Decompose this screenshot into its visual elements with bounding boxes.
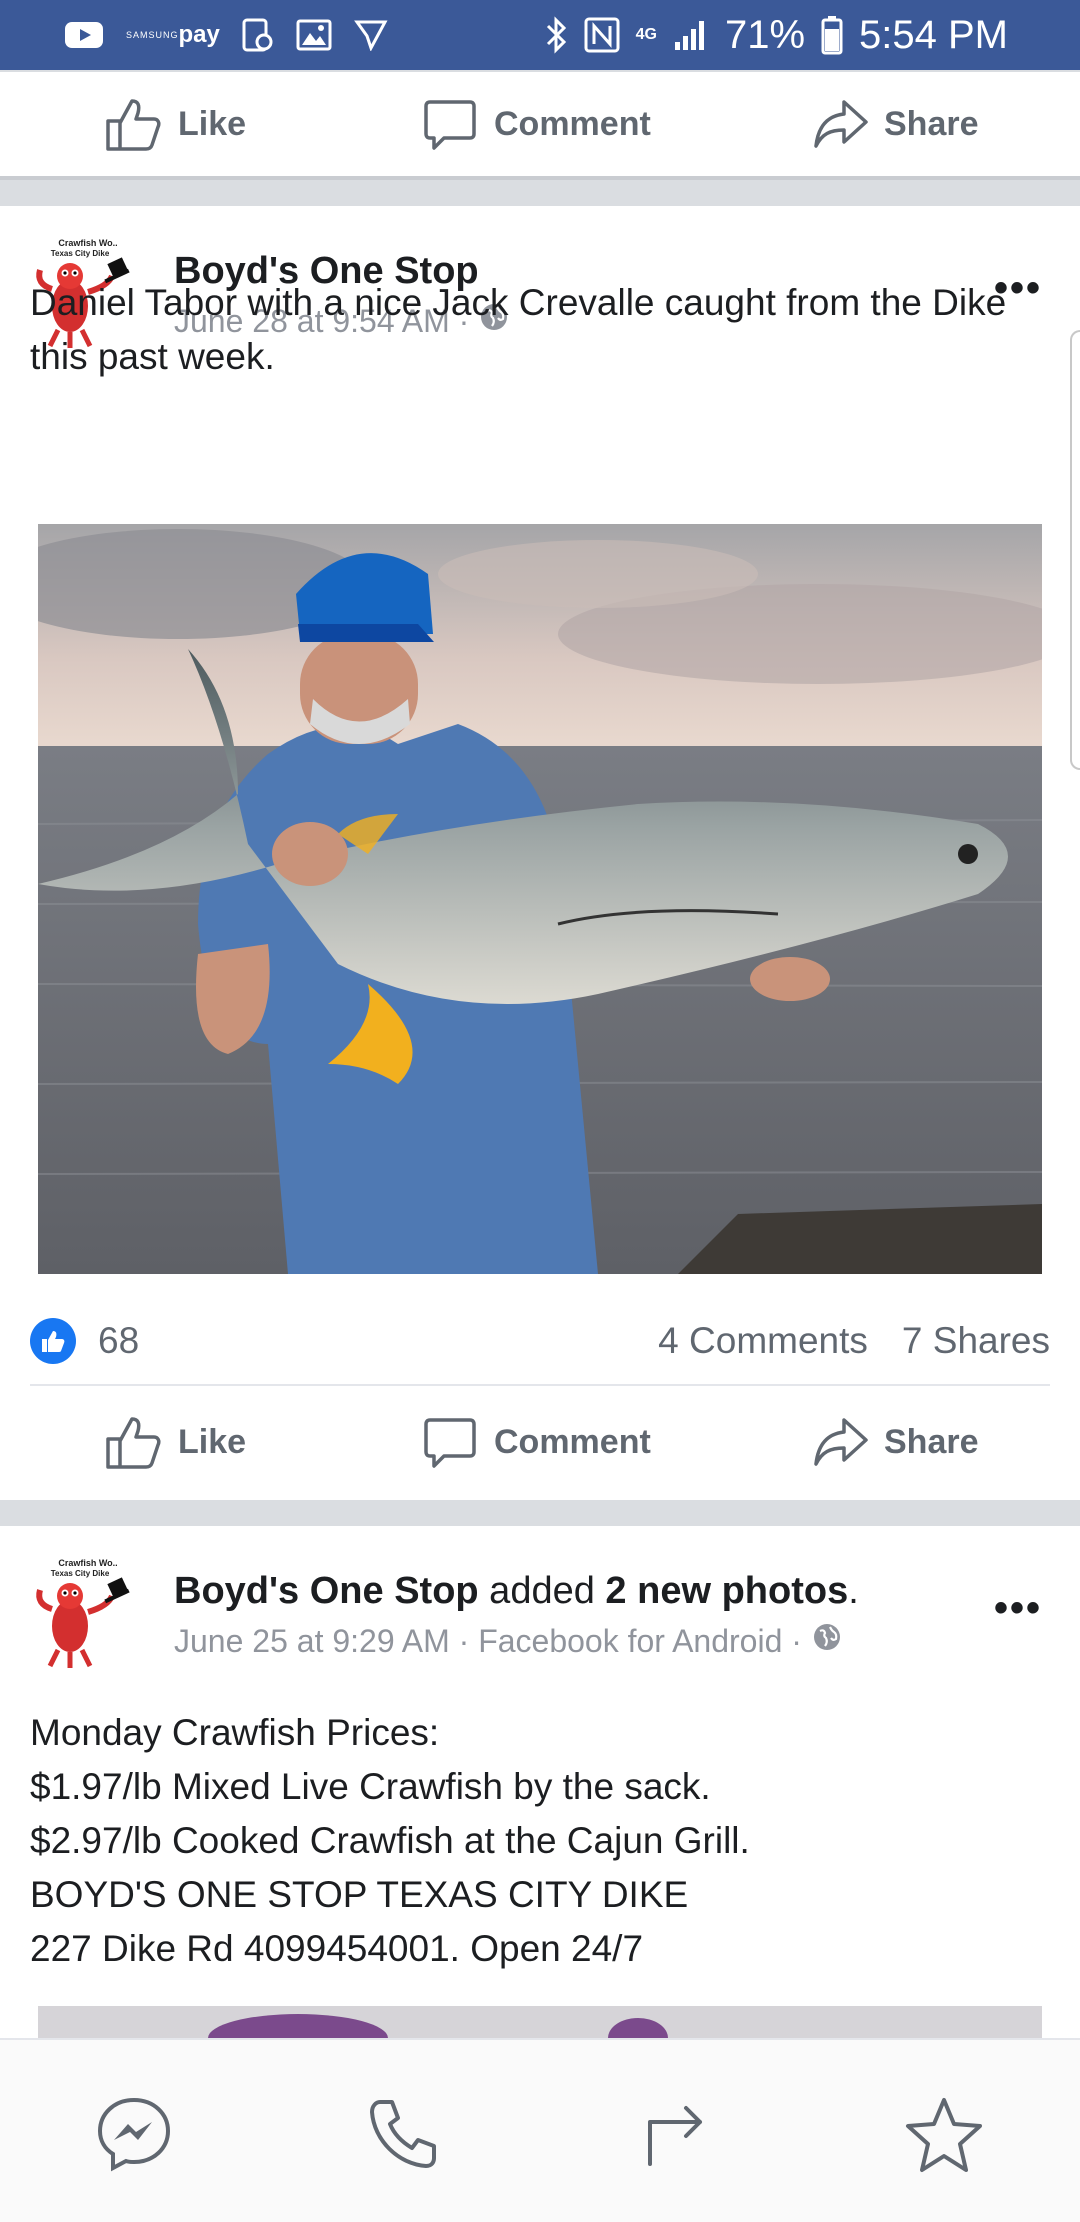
more-options-button[interactable]: ••• [994,1586,1042,1631]
favorite-button[interactable] [904,2096,984,2176]
page-avatar[interactable]: Crawfish Wo.. Texas City Dike [30,1554,150,1674]
post-card: Crawfish Wo.. Texas City Dike Boyd's One… [0,206,1080,1500]
battery-percent: 71% [724,12,806,57]
share-count[interactable]: 7 Shares [902,1320,1050,1362]
share-arrow-icon [812,96,868,152]
post-card: Crawfish Wo.. Texas City Dike Boyd's One… [0,1526,1080,2038]
speech-bubble-icon [422,1414,478,1470]
like-reaction-icon [30,1318,76,1364]
star-icon [904,2094,984,2179]
network-4g-icon: 4G [635,26,657,43]
clock: 5:54 PM [859,12,1008,57]
call-button[interactable] [364,2096,444,2176]
post-author-line[interactable]: Boyd's One Stop added 2 new photos. [174,1570,859,1613]
signal-icon [673,18,709,52]
forward-button[interactable] [634,2096,714,2176]
samsung-pay-icon: SAMSUNG pay [126,21,220,48]
status-bar: SAMSUNG pay 4G 71% 5:54 PM [0,0,1080,70]
post-text-line: $1.97/lb Mixed Live Crawfish by the sack… [30,1766,711,1807]
post-text-line: $2.97/lb Cooked Crawfish at the Cajun Gr… [30,1820,750,1861]
post-text-line: Monday Crawfish Prices: [30,1712,440,1753]
reactions-row: 68 4 Comments 7 Shares [30,1306,1050,1376]
post-timestamp[interactable]: June 25 at 9:29 AM · Facebook for Androi… [174,1622,842,1660]
speech-bubble-icon [422,96,478,152]
send-check-icon [353,19,388,51]
bluetooth-icon [544,16,568,54]
messenger-icon [94,2094,174,2179]
comment-button[interactable]: Comment [422,96,651,152]
svg-text:Crawfish Wo..: Crawfish Wo.. [58,1558,117,1568]
share-button[interactable]: Share [812,1414,979,1470]
like-button[interactable]: Like [104,1413,246,1471]
share-button[interactable]: Share [812,96,979,152]
youtube-icon [64,20,104,50]
phone-icon [366,2096,442,2177]
battery-icon [821,15,843,55]
tablet-notification-icon [242,18,274,52]
post-text-line: 227 Dike Rd 4099454001. Open 24/7 [30,1928,644,1969]
forward-icon [636,2096,712,2177]
nfc-icon [584,17,620,53]
post-action-bar: Like Comment Share [0,1390,1080,1494]
thumbs-up-icon [104,1413,162,1471]
post-photo-preview[interactable] [38,2006,1042,2038]
divider [30,1384,1050,1386]
post-photo[interactable] [38,524,1042,1274]
thumbs-up-icon [104,95,162,153]
post-text: Daniel Tabor with a nice Jack Crevalle c… [30,282,1007,377]
post-text-line: BOYD'S ONE STOP TEXAS CITY DIKE [30,1874,689,1915]
previous-post-action-bar: Like Comment Share [0,72,1080,180]
messenger-button[interactable] [94,2096,174,2176]
gallery-icon [296,19,332,51]
like-button[interactable]: Like [104,95,246,153]
post-text: Monday Crawfish Prices: $1.97/lb Mixed L… [30,1706,1050,1976]
comment-button[interactable]: Comment [422,1414,651,1470]
svg-text:Crawfish Wo..: Crawfish Wo.. [58,238,117,248]
globe-icon [812,1622,842,1660]
share-arrow-icon [812,1414,868,1470]
bottom-navigation [0,2038,1080,2222]
svg-text:Texas City Dike: Texas City Dike [51,249,110,258]
like-count[interactable]: 68 [98,1320,139,1362]
comment-count[interactable]: 4 Comments [658,1320,868,1362]
svg-text:Texas City Dike: Texas City Dike [51,1569,110,1578]
scrollbar[interactable] [1070,330,1080,770]
